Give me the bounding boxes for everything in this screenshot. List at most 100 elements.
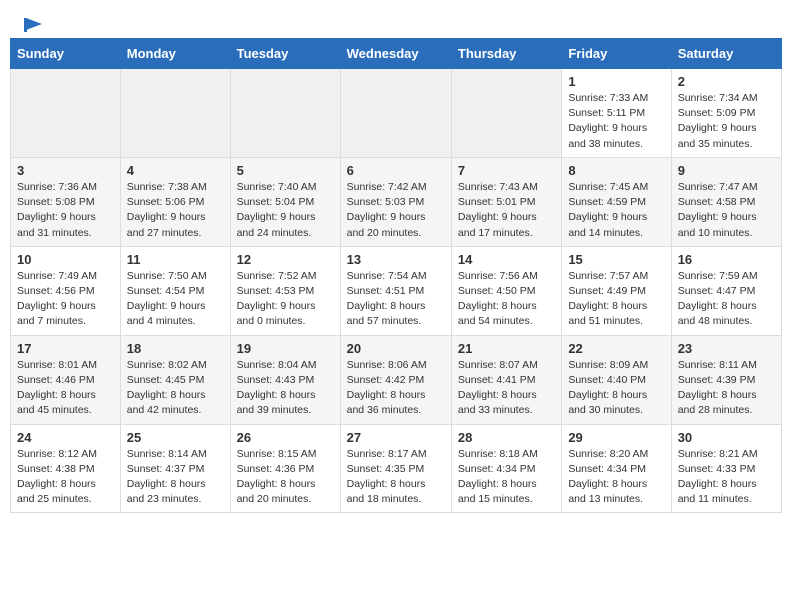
day-number: 4 [127,163,224,178]
day-info: Sunrise: 8:17 AM Sunset: 4:35 PM Dayligh… [347,447,445,508]
day-number: 29 [568,430,664,445]
calendar-week-1: 1 Sunrise: 7:33 AM Sunset: 5:11 PM Daylig… [11,69,782,158]
day-number: 19 [237,341,334,356]
day-number: 3 [17,163,114,178]
calendar-cell: 22 Sunrise: 8:09 AM Sunset: 4:40 PM Dayli… [562,335,671,424]
day-info: Sunrise: 7:34 AM Sunset: 5:09 PM Dayligh… [678,91,775,152]
calendar-cell: 3 Sunrise: 7:36 AM Sunset: 5:08 PM Daylig… [11,157,121,246]
day-number: 22 [568,341,664,356]
calendar-cell [451,69,561,158]
calendar-cell: 9Sunrise: 7:47 AM Sunset: 4:58 PM Daylig… [671,157,781,246]
day-number: 27 [347,430,445,445]
calendar-week-3: 10Sunrise: 7:49 AM Sunset: 4:56 PM Dayli… [11,246,782,335]
calendar-header-wednesday: Wednesday [340,39,451,69]
calendar-week-5: 24 Sunrise: 8:12 AM Sunset: 4:38 PM Dayli… [11,424,782,513]
calendar-header-tuesday: Tuesday [230,39,340,69]
calendar-cell: 18Sunrise: 8:02 AM Sunset: 4:45 PM Dayli… [120,335,230,424]
day-number: 8 [568,163,664,178]
calendar-cell: 19 Sunrise: 8:04 AM Sunset: 4:43 PM Dayli… [230,335,340,424]
day-info: Sunrise: 8:01 AM Sunset: 4:46 PM Dayligh… [17,358,114,419]
day-number: 2 [678,74,775,89]
day-info: Sunrise: 8:07 AM Sunset: 4:41 PM Dayligh… [458,358,555,419]
calendar-week-2: 3 Sunrise: 7:36 AM Sunset: 5:08 PM Daylig… [11,157,782,246]
day-info: Sunrise: 7:40 AM Sunset: 5:04 PM Dayligh… [237,180,334,241]
calendar-cell: 29 Sunrise: 8:20 AM Sunset: 4:34 PM Dayli… [562,424,671,513]
day-info: Sunrise: 8:12 AM Sunset: 4:38 PM Dayligh… [17,447,114,508]
day-number: 21 [458,341,555,356]
day-info: Sunrise: 7:45 AM Sunset: 4:59 PM Dayligh… [568,180,664,241]
day-info: Sunrise: 7:33 AM Sunset: 5:11 PM Dayligh… [568,91,664,152]
calendar-header-row: SundayMondayTuesdayWednesdayThursdayFrid… [11,39,782,69]
day-number: 10 [17,252,114,267]
day-info: Sunrise: 7:43 AM Sunset: 5:01 PM Dayligh… [458,180,555,241]
calendar-cell: 13 Sunrise: 7:54 AM Sunset: 4:51 PM Dayli… [340,246,451,335]
calendar-cell: 4 Sunrise: 7:38 AM Sunset: 5:06 PM Daylig… [120,157,230,246]
day-number: 13 [347,252,445,267]
calendar-cell: 27 Sunrise: 8:17 AM Sunset: 4:35 PM Dayli… [340,424,451,513]
calendar-header-saturday: Saturday [671,39,781,69]
day-number: 11 [127,252,224,267]
day-info: Sunrise: 7:36 AM Sunset: 5:08 PM Dayligh… [17,180,114,241]
day-info: Sunrise: 7:42 AM Sunset: 5:03 PM Dayligh… [347,180,445,241]
calendar-cell: 10Sunrise: 7:49 AM Sunset: 4:56 PM Dayli… [11,246,121,335]
calendar-cell: 24 Sunrise: 8:12 AM Sunset: 4:38 PM Dayli… [11,424,121,513]
day-number: 20 [347,341,445,356]
day-info: Sunrise: 8:21 AM Sunset: 4:33 PM Dayligh… [678,447,775,508]
calendar-week-4: 17Sunrise: 8:01 AM Sunset: 4:46 PM Dayli… [11,335,782,424]
day-info: Sunrise: 8:06 AM Sunset: 4:42 PM Dayligh… [347,358,445,419]
day-number: 7 [458,163,555,178]
calendar-header-sunday: Sunday [11,39,121,69]
calendar-cell: 11 Sunrise: 7:50 AM Sunset: 4:54 PM Dayli… [120,246,230,335]
day-number: 5 [237,163,334,178]
day-number: 15 [568,252,664,267]
page-header [0,0,792,38]
calendar-cell [120,69,230,158]
calendar: SundayMondayTuesdayWednesdayThursdayFrid… [0,38,792,523]
day-number: 30 [678,430,775,445]
day-number: 26 [237,430,334,445]
logo [20,16,44,30]
calendar-cell [11,69,121,158]
day-number: 23 [678,341,775,356]
calendar-cell: 15 Sunrise: 7:57 AM Sunset: 4:49 PM Dayli… [562,246,671,335]
calendar-cell: 30 Sunrise: 8:21 AM Sunset: 4:33 PM Dayli… [671,424,781,513]
day-number: 16 [678,252,775,267]
day-number: 25 [127,430,224,445]
calendar-cell: 14 Sunrise: 7:56 AM Sunset: 4:50 PM Dayli… [451,246,561,335]
day-info: Sunrise: 7:38 AM Sunset: 5:06 PM Dayligh… [127,180,224,241]
day-info: Sunrise: 7:54 AM Sunset: 4:51 PM Dayligh… [347,269,445,330]
calendar-cell [340,69,451,158]
calendar-header-thursday: Thursday [451,39,561,69]
day-number: 9 [678,163,775,178]
day-info: Sunrise: 8:04 AM Sunset: 4:43 PM Dayligh… [237,358,334,419]
day-info: Sunrise: 8:09 AM Sunset: 4:40 PM Dayligh… [568,358,664,419]
day-info: Sunrise: 7:50 AM Sunset: 4:54 PM Dayligh… [127,269,224,330]
day-number: 28 [458,430,555,445]
day-number: 24 [17,430,114,445]
calendar-header-monday: Monday [120,39,230,69]
calendar-cell [230,69,340,158]
day-info: Sunrise: 8:20 AM Sunset: 4:34 PM Dayligh… [568,447,664,508]
calendar-cell: 7 Sunrise: 7:43 AM Sunset: 5:01 PM Daylig… [451,157,561,246]
calendar-cell: 25 Sunrise: 8:14 AM Sunset: 4:37 PM Dayli… [120,424,230,513]
calendar-header-friday: Friday [562,39,671,69]
logo-flag-icon [22,16,44,34]
calendar-cell: 20 Sunrise: 8:06 AM Sunset: 4:42 PM Dayli… [340,335,451,424]
calendar-cell: 17Sunrise: 8:01 AM Sunset: 4:46 PM Dayli… [11,335,121,424]
calendar-cell: 2 Sunrise: 7:34 AM Sunset: 5:09 PM Daylig… [671,69,781,158]
calendar-cell: 8 Sunrise: 7:45 AM Sunset: 4:59 PM Daylig… [562,157,671,246]
calendar-cell: 26 Sunrise: 8:15 AM Sunset: 4:36 PM Dayli… [230,424,340,513]
day-info: Sunrise: 7:56 AM Sunset: 4:50 PM Dayligh… [458,269,555,330]
calendar-cell: 23Sunrise: 8:11 AM Sunset: 4:39 PM Dayli… [671,335,781,424]
day-number: 1 [568,74,664,89]
calendar-cell: 6 Sunrise: 7:42 AM Sunset: 5:03 PM Daylig… [340,157,451,246]
calendar-cell: 1 Sunrise: 7:33 AM Sunset: 5:11 PM Daylig… [562,69,671,158]
calendar-cell: 12Sunrise: 7:52 AM Sunset: 4:53 PM Dayli… [230,246,340,335]
day-info: Sunrise: 7:57 AM Sunset: 4:49 PM Dayligh… [568,269,664,330]
calendar-cell: 16Sunrise: 7:59 AM Sunset: 4:47 PM Dayli… [671,246,781,335]
calendar-cell: 5 Sunrise: 7:40 AM Sunset: 5:04 PM Daylig… [230,157,340,246]
day-info: Sunrise: 8:15 AM Sunset: 4:36 PM Dayligh… [237,447,334,508]
day-info: Sunrise: 8:14 AM Sunset: 4:37 PM Dayligh… [127,447,224,508]
day-number: 6 [347,163,445,178]
day-number: 14 [458,252,555,267]
